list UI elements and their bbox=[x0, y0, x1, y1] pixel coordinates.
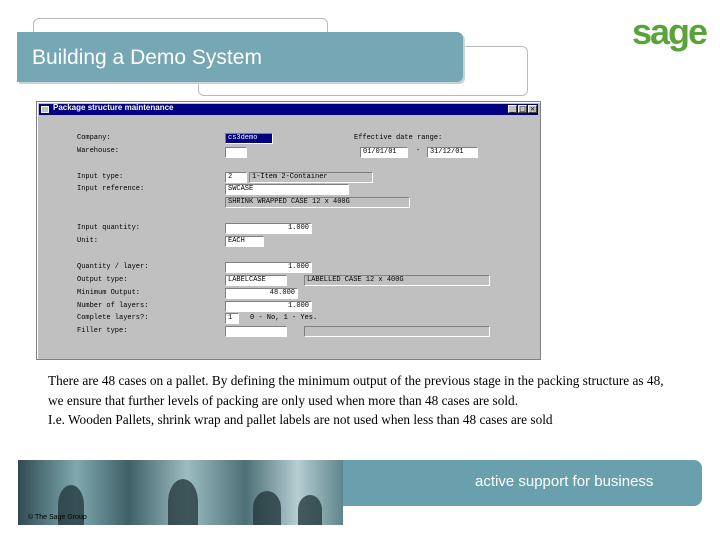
input-reference-input[interactable]: SWCASE bbox=[225, 184, 349, 195]
window-title-bar: Package structure maintenance _ □ × bbox=[39, 103, 538, 115]
complete-layers-label: Complete layers?: bbox=[77, 314, 149, 322]
company-input[interactable]: cs3demo bbox=[225, 133, 273, 144]
date-from-input[interactable]: 01/01/01 bbox=[360, 147, 408, 158]
warehouse-input[interactable] bbox=[225, 147, 247, 158]
quantity-layer-label: Quantity / layer: bbox=[77, 263, 149, 271]
input-type-input[interactable]: 2 bbox=[225, 172, 247, 183]
number-layers-label: Number of layers: bbox=[77, 302, 149, 310]
company-label: Company: bbox=[77, 134, 111, 142]
output-type-description: LABELLED CASE 12 x 400G bbox=[304, 275, 490, 286]
photo-figure bbox=[298, 495, 322, 525]
filler-type-description bbox=[304, 326, 490, 337]
maximize-button[interactable]: □ bbox=[518, 105, 527, 113]
unit-input[interactable]: EACH bbox=[225, 236, 264, 247]
window-app-icon bbox=[41, 106, 49, 113]
effective-date-label: Effective date range: bbox=[354, 134, 443, 142]
sage-logo: sage bbox=[632, 11, 708, 52]
input-type-label: Input type: bbox=[77, 173, 124, 181]
photo-figure bbox=[168, 479, 198, 525]
warehouse-label: Warehouse: bbox=[77, 147, 120, 155]
minimize-button[interactable]: _ bbox=[508, 105, 517, 113]
slide-title-bar: Building a Demo System bbox=[17, 32, 463, 82]
description-paragraph-1: There are 48 cases on a pallet. By defin… bbox=[48, 373, 664, 408]
package-structure-window: Package structure maintenance _ □ × Comp… bbox=[36, 101, 541, 360]
input-reference-label: Input reference: bbox=[77, 185, 145, 193]
slide-title: Building a Demo System bbox=[32, 46, 262, 69]
description-paragraph-2: I.e. Wooden Pallets, shrink wrap and pal… bbox=[48, 412, 553, 427]
copyright-text: © The Sage Group bbox=[28, 514, 87, 521]
window-title: Package structure maintenance bbox=[53, 103, 174, 112]
date-separator: - bbox=[416, 147, 421, 155]
photo-figure bbox=[253, 491, 281, 525]
date-to-input[interactable]: 31/12/01 bbox=[427, 147, 478, 158]
slide-description: There are 48 cases on a pallet. By defin… bbox=[48, 371, 678, 430]
input-type-description: 1-Item 2-Container bbox=[249, 172, 373, 183]
number-layers-input[interactable]: 1.000 bbox=[225, 301, 312, 312]
minimum-output-label: Minimum Output: bbox=[77, 289, 141, 297]
input-quantity-input[interactable]: 1.000 bbox=[225, 223, 312, 234]
filler-type-input[interactable] bbox=[225, 326, 287, 337]
quantity-layer-input[interactable]: 1.000 bbox=[225, 262, 312, 273]
input-quantity-label: Input quantity: bbox=[77, 224, 141, 232]
output-type-input[interactable]: LABELCASE bbox=[225, 275, 287, 286]
filler-type-label: Filler type: bbox=[77, 327, 128, 335]
input-reference-description: SHRINK WRAPPED CASE 12 x 400G bbox=[225, 197, 410, 208]
complete-layers-hint: 0 - No, 1 - Yes. bbox=[250, 314, 318, 322]
footer-slogan: active support for business bbox=[475, 473, 654, 490]
complete-layers-input[interactable]: 1 bbox=[225, 313, 239, 324]
minimum-output-input[interactable]: 48.000 bbox=[225, 288, 298, 299]
unit-label: Unit: bbox=[77, 237, 99, 245]
close-button[interactable]: × bbox=[528, 105, 537, 113]
output-type-label: Output type: bbox=[77, 276, 128, 284]
